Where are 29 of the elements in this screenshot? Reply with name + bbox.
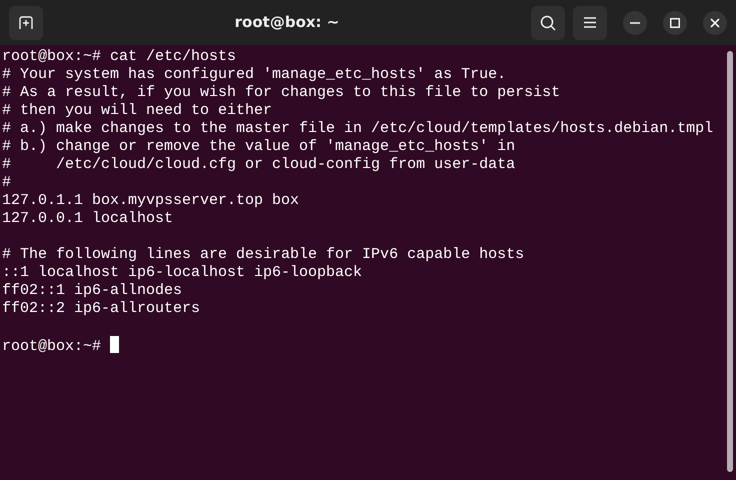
terminal-line: # As a result, if you wish for changes to this file to persist bbox=[2, 84, 560, 101]
maximize-icon bbox=[670, 18, 680, 28]
new-tab-icon bbox=[18, 16, 34, 30]
terminal-line: 127.0.1.1 box.myvpsserver.top box bbox=[2, 192, 300, 209]
terminal-line: # /etc/cloud/cloud.cfg or cloud-config from user-data bbox=[2, 156, 516, 173]
scrollbar[interactable] bbox=[727, 51, 733, 472]
window-title: root@box: ~ bbox=[234, 12, 340, 30]
close-icon bbox=[710, 18, 720, 28]
terminal-line: 127.0.0.1 localhost bbox=[2, 210, 174, 227]
terminal-line: # The following lines are desirable for IPv6 capable hosts bbox=[2, 246, 524, 263]
terminal-line: # b.) change or remove the value of 'manage_etc_hosts' in bbox=[2, 138, 516, 155]
new-tab-button[interactable] bbox=[9, 6, 43, 40]
menu-icon bbox=[584, 17, 596, 28]
terminal-line: # then you will need to either bbox=[2, 102, 272, 119]
search-button[interactable] bbox=[531, 6, 565, 40]
terminal-line: ::1 localhost ip6-localhost ip6-loopback bbox=[2, 264, 362, 281]
terminal-line: ff02::2 ip6-allrouters bbox=[2, 300, 200, 317]
terminal-line: # Your system has configured 'manage_etc_hosts' as True. bbox=[2, 66, 506, 83]
terminal-line: # bbox=[2, 174, 12, 191]
close-button[interactable] bbox=[703, 10, 727, 34]
minimize-icon bbox=[630, 22, 640, 24]
minimize-button[interactable] bbox=[623, 10, 647, 34]
terminal-line: root@box:~# cat /etc/hosts bbox=[2, 48, 236, 65]
maximize-button[interactable] bbox=[663, 10, 687, 34]
menu-button[interactable] bbox=[573, 6, 607, 40]
terminal-line: root@box:~# bbox=[2, 338, 102, 355]
terminal-line: # a.) make changes to the master file in /etc/cloud/templates/hosts.debian.tmpl bbox=[2, 120, 714, 137]
terminal-line: ff02::1 ip6-allnodes bbox=[2, 282, 182, 299]
search-icon bbox=[540, 14, 556, 30]
